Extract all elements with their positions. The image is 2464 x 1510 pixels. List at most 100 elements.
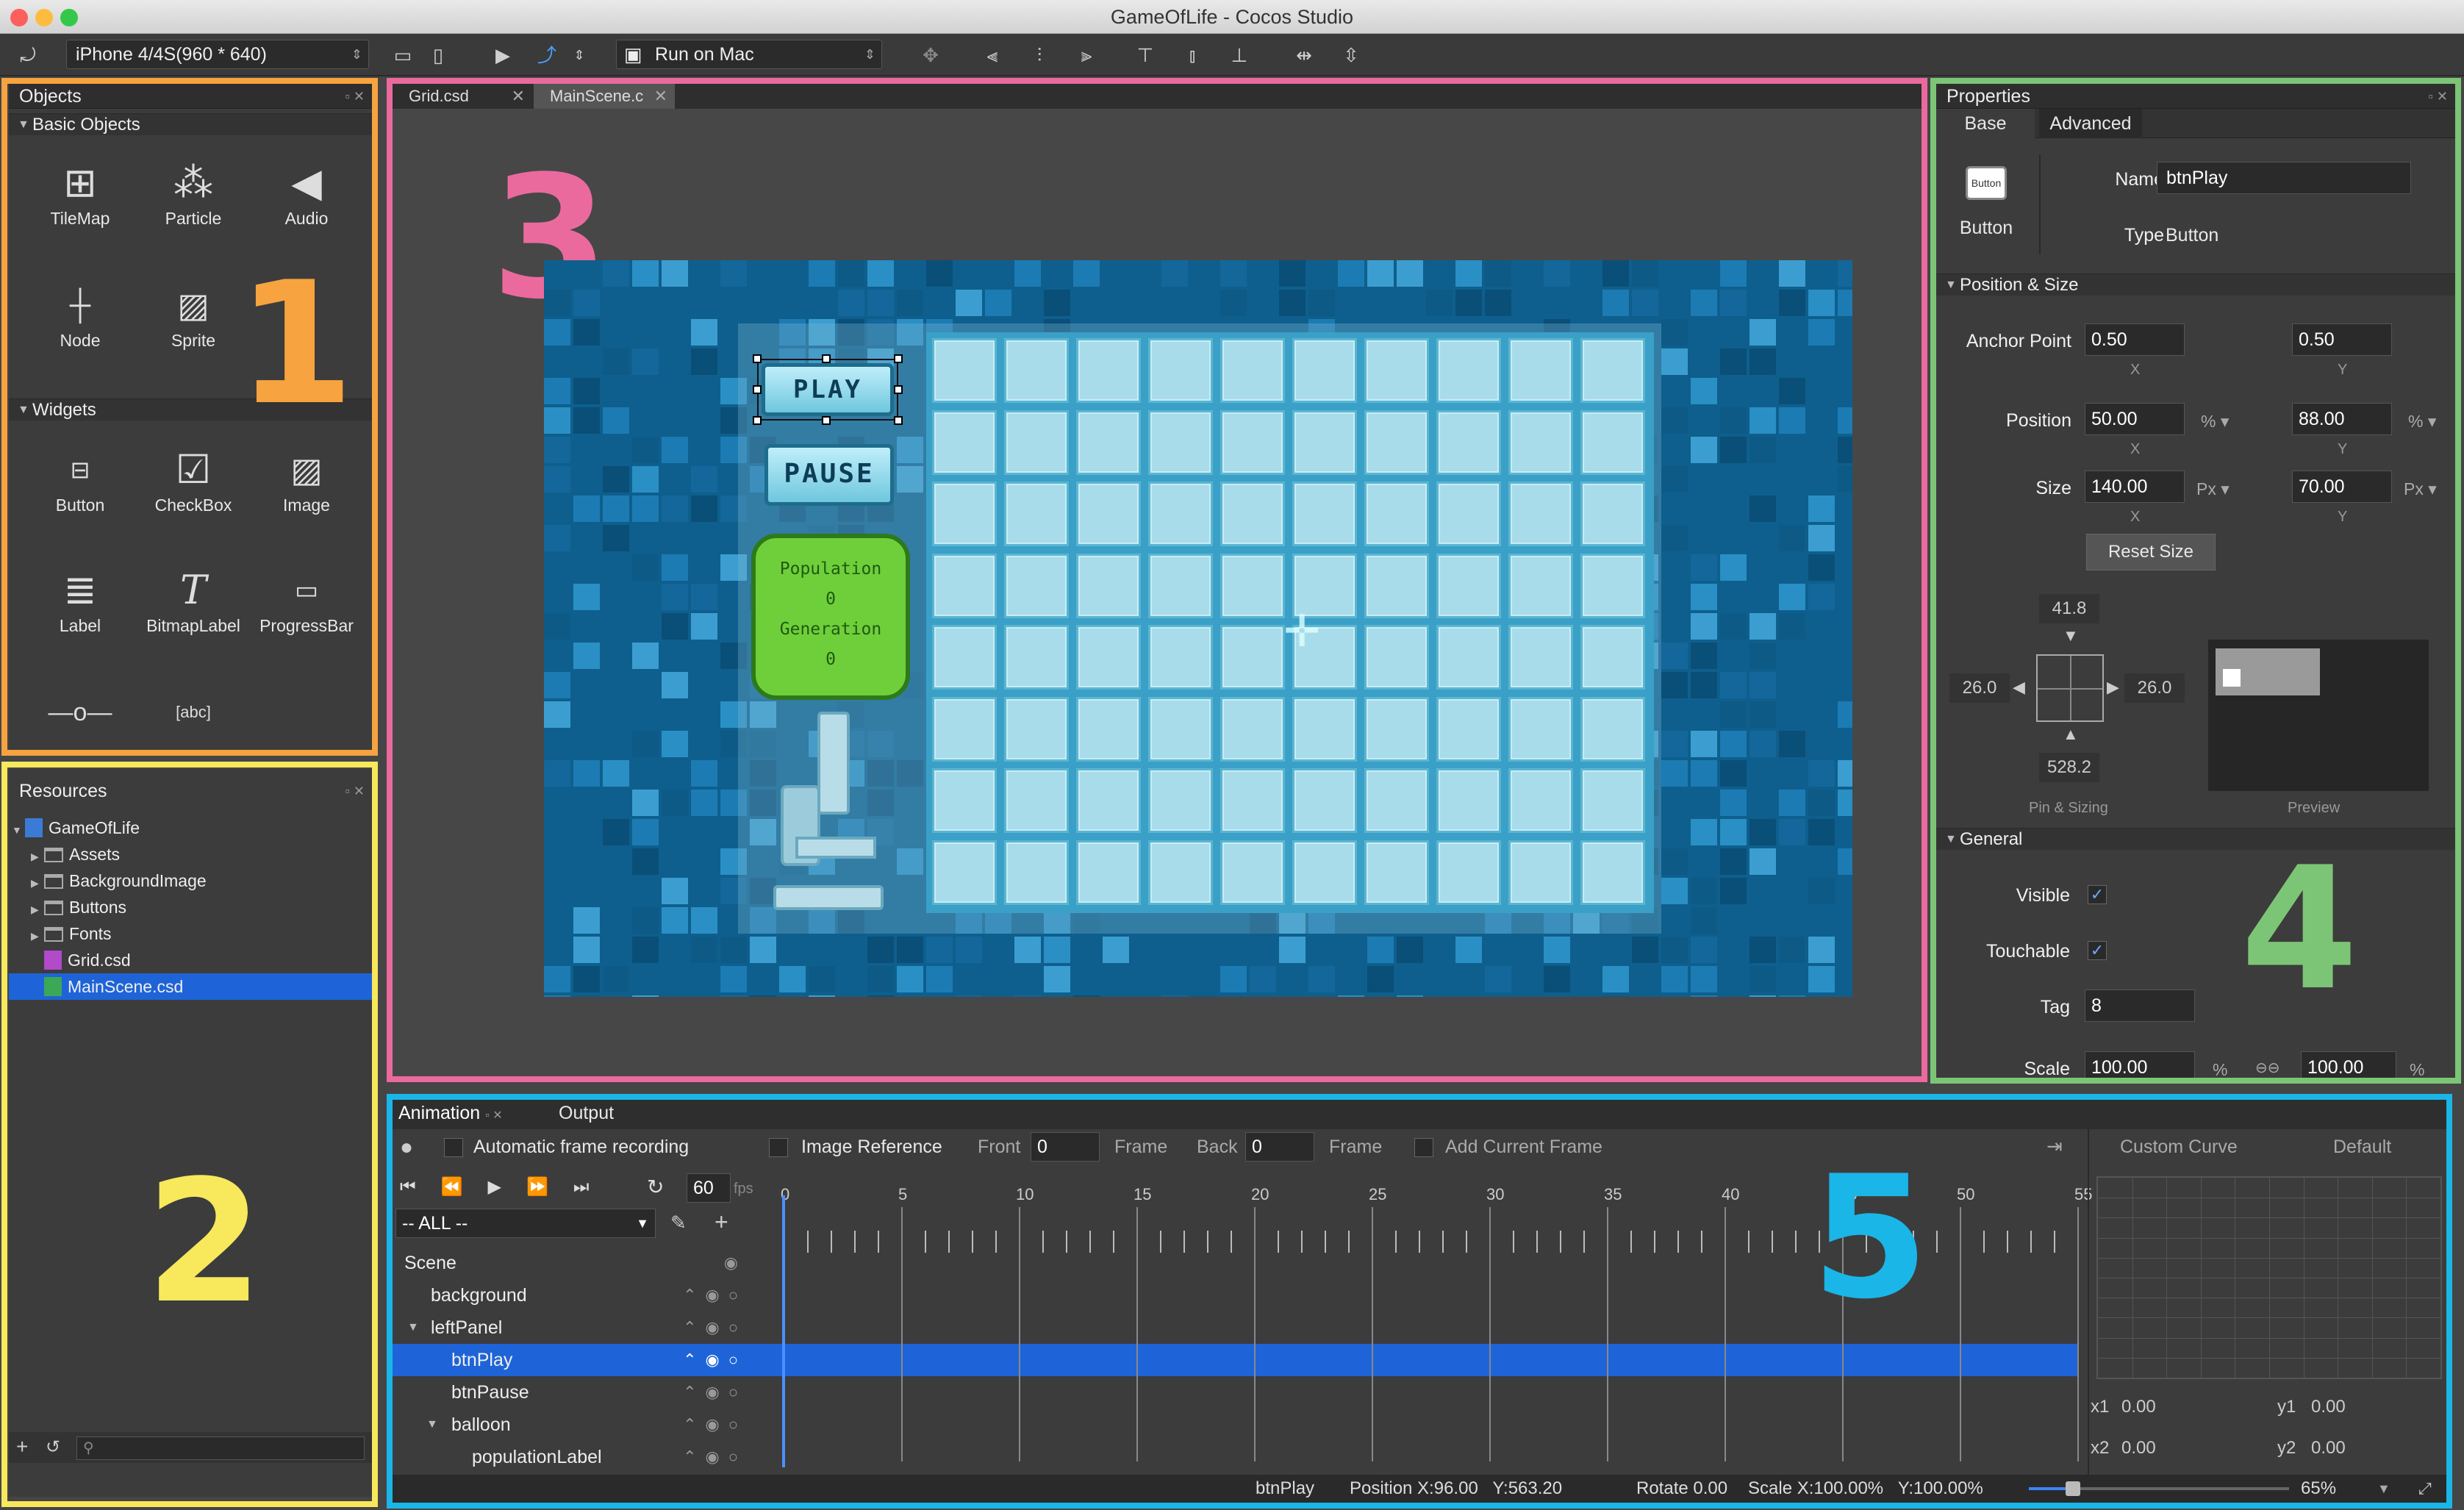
record-icon[interactable]: ●	[400, 1135, 413, 1160]
pin-bottom-value[interactable]: 528.2	[2039, 753, 2099, 782]
zoom-slider[interactable]	[2029, 1481, 2289, 1496]
default-curve-label[interactable]: Default	[2333, 1137, 2391, 1158]
track-filter-select[interactable]: -- ALL -- ▼	[395, 1209, 656, 1238]
position-y-field[interactable]: 88.00	[2292, 403, 2392, 435]
sprite-object[interactable]: ▨ Sprite	[138, 279, 248, 351]
grid-cell[interactable]	[1364, 840, 1429, 905]
selection-handle[interactable]	[894, 416, 903, 425]
distribute-horizontal-icon[interactable]: ⇹	[1291, 43, 1317, 68]
publish-icon[interactable]: ⤴	[534, 43, 560, 68]
grid-cell[interactable]	[1076, 409, 1141, 475]
grid-cell[interactable]	[1436, 409, 1501, 475]
size-y-unit[interactable]: Px ▾	[2404, 479, 2437, 499]
toggle-curve-panel-icon[interactable]: ⇥	[2046, 1135, 2063, 1158]
front-field[interactable]: 0	[1031, 1132, 1100, 1162]
grid-cell[interactable]	[1076, 840, 1141, 905]
edit-icon[interactable]: ✎	[670, 1212, 687, 1234]
tree-item-fonts[interactable]: ▶ Fonts	[9, 920, 372, 947]
playhead[interactable]	[782, 1195, 785, 1467]
grid-cell[interactable]	[1508, 409, 1573, 475]
align-middle-icon[interactable]: ⫾	[1179, 43, 1206, 68]
tree-item-assets[interactable]: ▶ Assets	[9, 841, 372, 867]
y1-value[interactable]: 0.00	[2311, 1397, 2346, 1417]
tab-base[interactable]: Base	[1936, 109, 2035, 138]
image-reference-checkbox[interactable]	[769, 1138, 788, 1157]
loop-icon[interactable]: ↻	[647, 1175, 664, 1199]
pin-top-arrow-icon[interactable]: ▼	[2063, 626, 2079, 645]
track-balloon[interactable]: ▼ balloon ⌃◉○	[393, 1409, 756, 1441]
add-track-icon[interactable]: +	[715, 1209, 728, 1236]
grid-cell[interactable]	[1220, 553, 1285, 618]
size-y-field[interactable]: 70.00	[2292, 470, 2392, 503]
grid-cell[interactable]	[932, 840, 997, 905]
grid-cell[interactable]	[1004, 625, 1069, 690]
selection-handle[interactable]	[822, 354, 831, 363]
run-target-select[interactable]: ▣ Run on Mac ⇕	[616, 40, 882, 69]
anchor-y-field[interactable]: 0.50	[2292, 323, 2392, 356]
resource-search-input[interactable]: ⚲	[76, 1436, 365, 1460]
grid-cell[interactable]	[1076, 338, 1141, 403]
grid-cell[interactable]	[1436, 840, 1501, 905]
tilemap-object[interactable]: ⊞ TileMap	[25, 157, 135, 229]
zoom-window-button[interactable]	[60, 9, 78, 26]
grid-cell[interactable]	[1004, 840, 1069, 905]
grid-cell[interactable]	[932, 696, 997, 762]
grid-cell[interactable]	[1220, 696, 1285, 762]
grid-cell[interactable]	[1220, 338, 1285, 403]
pin-left-arrow-icon[interactable]: ◀	[2013, 678, 2025, 697]
touchable-checkbox[interactable]: ✓	[2088, 941, 2107, 960]
grid-cell[interactable]	[1436, 553, 1501, 618]
grid-cell[interactable]	[1364, 482, 1429, 546]
publish-dropdown-icon[interactable]: ⇕	[566, 43, 592, 68]
position-x-field[interactable]: 50.00	[2085, 403, 2185, 435]
grid-cell[interactable]	[1220, 840, 1285, 905]
grid-cell[interactable]	[1580, 625, 1645, 690]
position-y-unit[interactable]: % ▾	[2408, 412, 2436, 432]
tree-item-gameoflife[interactable]: ▼ GameOfLife	[9, 815, 372, 841]
grid-cell[interactable]	[1436, 625, 1501, 690]
particle-object[interactable]: ⁂ Particle	[138, 157, 248, 229]
add-current-frame-checkbox[interactable]	[1414, 1138, 1433, 1157]
tree-item-backgroundimage[interactable]: ▶ BackgroundImage	[9, 867, 372, 894]
fps-field[interactable]: 60	[687, 1173, 731, 1203]
grid-cell[interactable]	[1076, 553, 1141, 618]
grid-cell[interactable]	[1292, 840, 1357, 905]
grid-cell[interactable]	[1076, 482, 1141, 546]
selection-handle[interactable]	[894, 385, 903, 394]
grid-cell[interactable]	[1508, 625, 1573, 690]
grid-cell[interactable]	[1148, 768, 1213, 833]
pin-sizing-widget[interactable]	[2036, 654, 2104, 722]
align-center-icon[interactable]: ⫶	[1026, 43, 1053, 68]
tab-output[interactable]: Output	[559, 1103, 614, 1124]
grid-cell[interactable]	[1436, 338, 1501, 403]
grid-cell[interactable]	[1364, 409, 1429, 475]
grid-cell[interactable]	[1292, 409, 1357, 475]
rotate-device-icon[interactable]: ⤾	[15, 43, 41, 68]
visible-checkbox[interactable]: ✓	[2088, 885, 2107, 904]
track-leftpanel[interactable]: ▼ leftPanel ⌃◉○	[393, 1312, 756, 1344]
device-select[interactable]: iPhone 4/4S(960 * 640) ⇕	[66, 40, 369, 69]
grid-cell[interactable]	[1148, 553, 1213, 618]
pin-top-value[interactable]: 41.8	[2039, 594, 2099, 623]
grid-cell[interactable]	[1220, 482, 1285, 546]
x1-value[interactable]: 0.00	[2121, 1397, 2156, 1417]
grid-cell[interactable]	[1076, 768, 1141, 833]
pin-left-value[interactable]: 26.0	[1949, 673, 2010, 703]
grid-cell[interactable]	[1220, 625, 1285, 690]
grid-cell[interactable]	[1076, 696, 1141, 762]
pin-right-value[interactable]: 26.0	[2124, 673, 2185, 703]
zoom-dropdown-icon[interactable]: ▼	[2377, 1475, 2390, 1503]
grid-cell[interactable]	[1580, 768, 1645, 833]
custom-curve-label[interactable]: Custom Curve	[2120, 1137, 2238, 1158]
zoom-value[interactable]: 65%	[2301, 1475, 2336, 1503]
population-balloon[interactable]: Population 0 Generation 0	[751, 534, 910, 700]
back-field[interactable]: 0	[1245, 1132, 1314, 1162]
pin-right-arrow-icon[interactable]: ▶	[2107, 678, 2119, 697]
y2-value[interactable]: 0.00	[2311, 1438, 2346, 1459]
tree-item-mainscene-csd[interactable]: MainScene.csd	[9, 973, 372, 1000]
general-section[interactable]: ▼ General	[1936, 828, 2455, 850]
grid-cell[interactable]	[932, 553, 997, 618]
tab-animation[interactable]: Animation ▫ ✕	[398, 1103, 503, 1124]
grid-cell[interactable]	[1508, 840, 1573, 905]
bitmaplabel-widget[interactable]: T BitmapLabel	[138, 565, 248, 636]
